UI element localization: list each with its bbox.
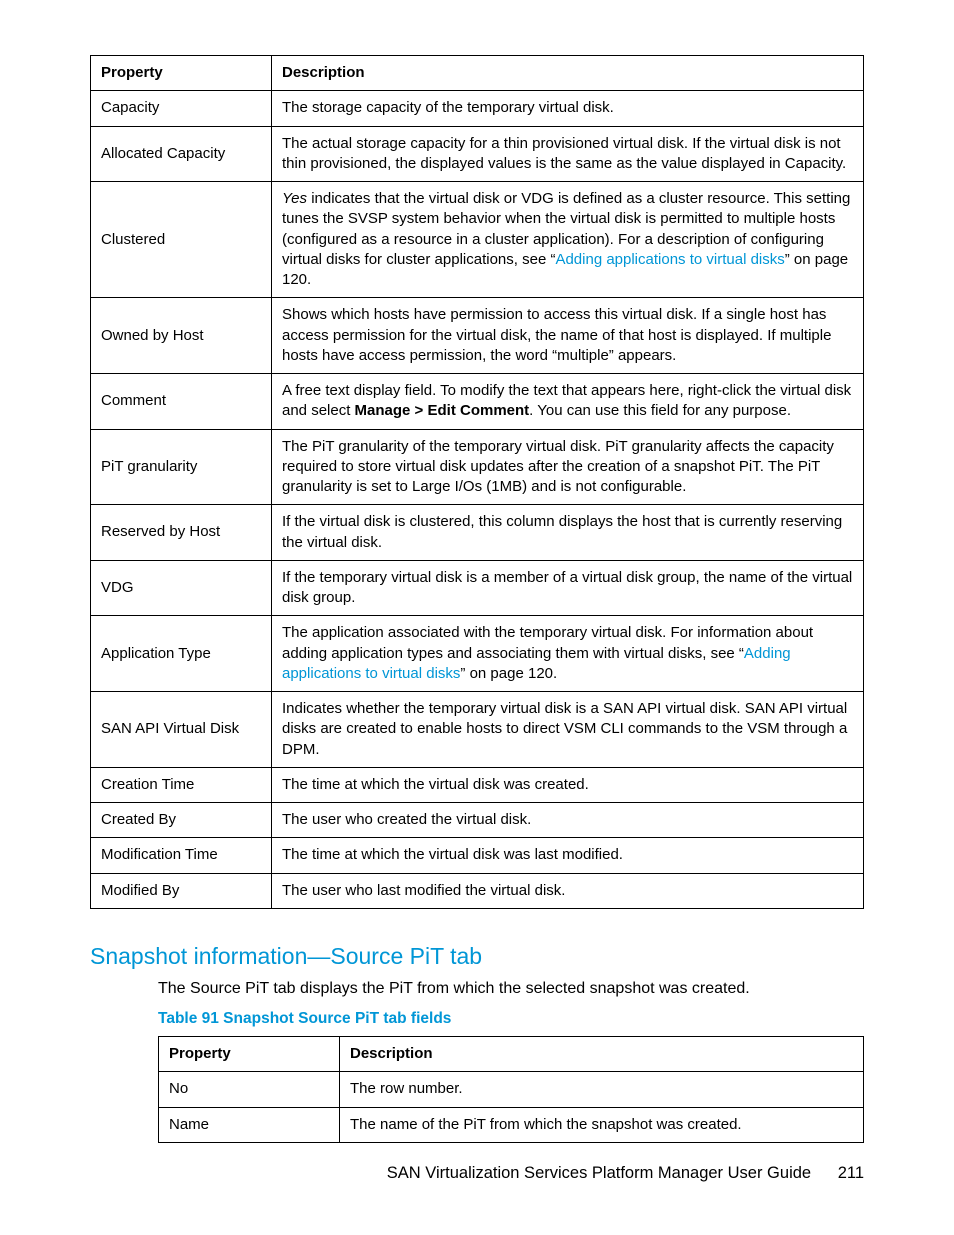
- table-row: Name The name of the PiT from which the …: [159, 1107, 864, 1142]
- table-row: PiT granularity The PiT granularity of t…: [91, 429, 864, 505]
- text-span: ” on page 120.: [460, 665, 557, 682]
- section-paragraph: The Source PiT tab displays the PiT from…: [158, 978, 864, 1000]
- prop-cell: PiT granularity: [91, 429, 272, 505]
- desc-cell: The user who created the virtual disk.: [272, 803, 864, 838]
- prop-cell: Reserved by Host: [91, 505, 272, 561]
- table-row: Modification Time The time at which the …: [91, 838, 864, 873]
- section-heading: Snapshot information—Source PiT tab: [90, 943, 864, 970]
- table-header-row: Property Description: [159, 1037, 864, 1072]
- table-row: Capacity The storage capacity of the tem…: [91, 91, 864, 126]
- table-row: VDG If the temporary virtual disk is a m…: [91, 560, 864, 616]
- table-row: SAN API Virtual Disk Indicates whether t…: [91, 692, 864, 768]
- prop-cell: Capacity: [91, 91, 272, 126]
- page-number: 211: [838, 1164, 864, 1183]
- col-header-property: Property: [91, 56, 272, 91]
- prop-cell: Owned by Host: [91, 298, 272, 374]
- prop-cell: Modification Time: [91, 838, 272, 873]
- prop-cell: VDG: [91, 560, 272, 616]
- prop-cell: SAN API Virtual Disk: [91, 692, 272, 768]
- desc-cell: If the temporary virtual disk is a membe…: [272, 560, 864, 616]
- prop-cell: Name: [159, 1107, 340, 1142]
- prop-cell: Created By: [91, 803, 272, 838]
- desc-cell: Indicates whether the temporary virtual …: [272, 692, 864, 768]
- desc-cell: If the virtual disk is clustered, this c…: [272, 505, 864, 561]
- table-row: Modified By The user who last modified t…: [91, 873, 864, 908]
- col-header-description: Description: [272, 56, 864, 91]
- table-header-row: Property Description: [91, 56, 864, 91]
- prop-cell: No: [159, 1072, 340, 1107]
- properties-table-1: Property Description Capacity The storag…: [90, 55, 864, 909]
- prop-cell: Clustered: [91, 182, 272, 298]
- table-row: Comment A free text display field. To mo…: [91, 374, 864, 430]
- table-row: No The row number.: [159, 1072, 864, 1107]
- prop-cell: Creation Time: [91, 767, 272, 802]
- table-caption: Table 91 Snapshot Source PiT tab fields: [158, 1010, 864, 1028]
- desc-cell: The time at which the virtual disk was c…: [272, 767, 864, 802]
- desc-cell: The name of the PiT from which the snaps…: [340, 1107, 864, 1142]
- desc-cell: Shows which hosts have permission to acc…: [272, 298, 864, 374]
- col-header-property: Property: [159, 1037, 340, 1072]
- desc-cell: A free text display field. To modify the…: [272, 374, 864, 430]
- prop-cell: Comment: [91, 374, 272, 430]
- desc-cell: The PiT granularity of the temporary vir…: [272, 429, 864, 505]
- footer-title: SAN Virtualization Services Platform Man…: [387, 1164, 811, 1182]
- properties-table-2: Property Description No The row number. …: [158, 1036, 864, 1143]
- desc-cell: The user who last modified the virtual d…: [272, 873, 864, 908]
- table-row: Reserved by Host If the virtual disk is …: [91, 505, 864, 561]
- desc-cell: The row number.: [340, 1072, 864, 1107]
- table-row: Clustered Yes indicates that the virtual…: [91, 182, 864, 298]
- desc-cell: The storage capacity of the temporary vi…: [272, 91, 864, 126]
- link-adding-applications[interactable]: Adding applications to virtual disks: [555, 251, 784, 268]
- table-row: Created By The user who created the virt…: [91, 803, 864, 838]
- desc-cell: The actual storage capacity for a thin p…: [272, 126, 864, 182]
- table-row: Creation Time The time at which the virt…: [91, 767, 864, 802]
- italic-text: Yes: [282, 190, 307, 207]
- table-row: Allocated Capacity The actual storage ca…: [91, 126, 864, 182]
- bold-text: Manage > Edit Comment: [355, 402, 530, 419]
- page-footer: SAN Virtualization Services Platform Man…: [387, 1164, 864, 1183]
- table-row: Owned by Host Shows which hosts have per…: [91, 298, 864, 374]
- desc-cell: The application associated with the temp…: [272, 616, 864, 692]
- text-span: The application associated with the temp…: [282, 624, 813, 661]
- desc-cell: The time at which the virtual disk was l…: [272, 838, 864, 873]
- col-header-description: Description: [340, 1037, 864, 1072]
- table-row: Application Type The application associa…: [91, 616, 864, 692]
- text-span: . You can use this field for any purpose…: [529, 402, 791, 419]
- prop-cell: Allocated Capacity: [91, 126, 272, 182]
- desc-cell: Yes indicates that the virtual disk or V…: [272, 182, 864, 298]
- prop-cell: Application Type: [91, 616, 272, 692]
- prop-cell: Modified By: [91, 873, 272, 908]
